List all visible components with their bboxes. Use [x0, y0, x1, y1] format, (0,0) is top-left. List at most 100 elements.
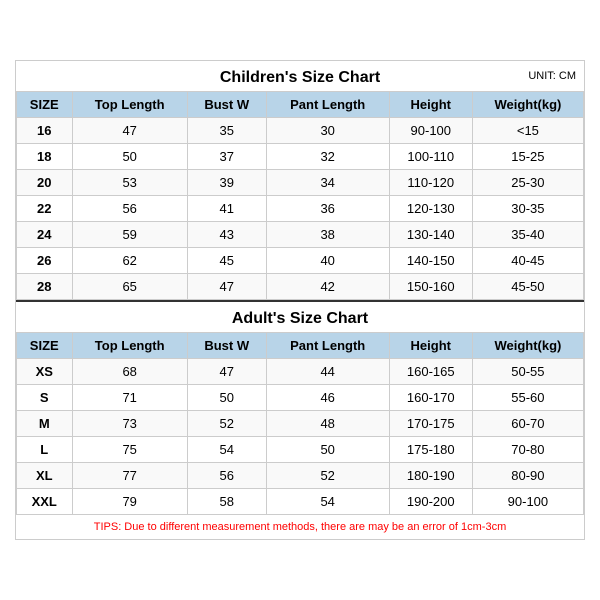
table-cell: 140-150 [389, 248, 472, 274]
table-cell: XXL [17, 489, 73, 515]
table-cell: 48 [266, 411, 389, 437]
table-cell: 58 [187, 489, 266, 515]
table-row: 18503732100-11015-25 [17, 144, 584, 170]
table-cell: 45-50 [472, 274, 583, 300]
children-col-top-length: Top Length [72, 92, 187, 118]
table-cell: 26 [17, 248, 73, 274]
table-row: 24594338130-14035-40 [17, 222, 584, 248]
table-row: XL775652180-19080-90 [17, 463, 584, 489]
table-row: XXL795854190-20090-100 [17, 489, 584, 515]
table-cell: 50 [72, 144, 187, 170]
table-cell: 45 [187, 248, 266, 274]
table-cell: 30 [266, 118, 389, 144]
children-col-height: Height [389, 92, 472, 118]
adult-col-weight: Weight(kg) [472, 333, 583, 359]
children-col-bust-w: Bust W [187, 92, 266, 118]
table-cell: 150-160 [389, 274, 472, 300]
adult-section-title: Adult's Size Chart [16, 300, 584, 332]
table-cell: 37 [187, 144, 266, 170]
table-cell: 50 [266, 437, 389, 463]
table-cell: 55-60 [472, 385, 583, 411]
table-row: 20533934110-12025-30 [17, 170, 584, 196]
adult-title-text: Adult's Size Chart [232, 310, 368, 327]
table-cell: 120-130 [389, 196, 472, 222]
table-row: 26624540140-15040-45 [17, 248, 584, 274]
table-cell: 40-45 [472, 248, 583, 274]
adult-col-size: SIZE [17, 333, 73, 359]
table-cell: 50 [187, 385, 266, 411]
table-cell: 24 [17, 222, 73, 248]
table-cell: 47 [187, 359, 266, 385]
table-cell: S [17, 385, 73, 411]
table-cell: 53 [72, 170, 187, 196]
table-cell: 59 [72, 222, 187, 248]
children-col-pant-length: Pant Length [266, 92, 389, 118]
table-row: 28654742150-16045-50 [17, 274, 584, 300]
table-cell: 32 [266, 144, 389, 170]
table-cell: 90-100 [472, 489, 583, 515]
table-cell: 39 [187, 170, 266, 196]
table-row: L755450175-18070-80 [17, 437, 584, 463]
table-cell: 52 [266, 463, 389, 489]
table-cell: 71 [72, 385, 187, 411]
adult-col-pant-length: Pant Length [266, 333, 389, 359]
table-cell: 65 [72, 274, 187, 300]
table-cell: 38 [266, 222, 389, 248]
table-cell: 25-30 [472, 170, 583, 196]
unit-label: UNIT: CM [528, 70, 576, 82]
table-row: 1647353090-100<15 [17, 118, 584, 144]
table-cell: 160-165 [389, 359, 472, 385]
adult-col-bust-w: Bust W [187, 333, 266, 359]
table-cell: 34 [266, 170, 389, 196]
adult-col-top-length: Top Length [72, 333, 187, 359]
table-cell: 52 [187, 411, 266, 437]
size-chart-container: Children's Size Chart UNIT: CM SIZE Top … [15, 60, 585, 540]
table-cell: 60-70 [472, 411, 583, 437]
table-cell: XS [17, 359, 73, 385]
table-cell: 175-180 [389, 437, 472, 463]
table-cell: 35-40 [472, 222, 583, 248]
table-cell: 28 [17, 274, 73, 300]
table-cell: 47 [72, 118, 187, 144]
table-cell: 160-170 [389, 385, 472, 411]
table-cell: 180-190 [389, 463, 472, 489]
adult-size-table: SIZE Top Length Bust W Pant Length Heigh… [16, 332, 584, 515]
table-row: S715046160-17055-60 [17, 385, 584, 411]
table-cell: 190-200 [389, 489, 472, 515]
table-cell: 110-120 [389, 170, 472, 196]
table-cell: 47 [187, 274, 266, 300]
table-row: M735248170-17560-70 [17, 411, 584, 437]
table-cell: 18 [17, 144, 73, 170]
table-cell: XL [17, 463, 73, 489]
table-cell: 20 [17, 170, 73, 196]
table-cell: <15 [472, 118, 583, 144]
children-col-size: SIZE [17, 92, 73, 118]
table-cell: 30-35 [472, 196, 583, 222]
table-cell: 80-90 [472, 463, 583, 489]
table-cell: 56 [72, 196, 187, 222]
table-cell: 36 [266, 196, 389, 222]
children-section-title: Children's Size Chart UNIT: CM [16, 61, 584, 91]
adult-header-row: SIZE Top Length Bust W Pant Length Heigh… [17, 333, 584, 359]
table-cell: 130-140 [389, 222, 472, 248]
table-cell: 35 [187, 118, 266, 144]
table-cell: 41 [187, 196, 266, 222]
children-size-table: SIZE Top Length Bust W Pant Length Heigh… [16, 91, 584, 300]
children-header-row: SIZE Top Length Bust W Pant Length Heigh… [17, 92, 584, 118]
table-cell: 44 [266, 359, 389, 385]
table-cell: 46 [266, 385, 389, 411]
table-cell: L [17, 437, 73, 463]
children-col-weight: Weight(kg) [472, 92, 583, 118]
table-cell: 77 [72, 463, 187, 489]
table-cell: 42 [266, 274, 389, 300]
table-cell: 90-100 [389, 118, 472, 144]
tips-text: TIPS: Due to different measurement metho… [16, 515, 584, 539]
children-title-text: Children's Size Chart [220, 69, 380, 86]
table-cell: 15-25 [472, 144, 583, 170]
table-cell: 22 [17, 196, 73, 222]
table-row: XS684744160-16550-55 [17, 359, 584, 385]
table-cell: 170-175 [389, 411, 472, 437]
table-cell: M [17, 411, 73, 437]
table-cell: 16 [17, 118, 73, 144]
table-cell: 43 [187, 222, 266, 248]
